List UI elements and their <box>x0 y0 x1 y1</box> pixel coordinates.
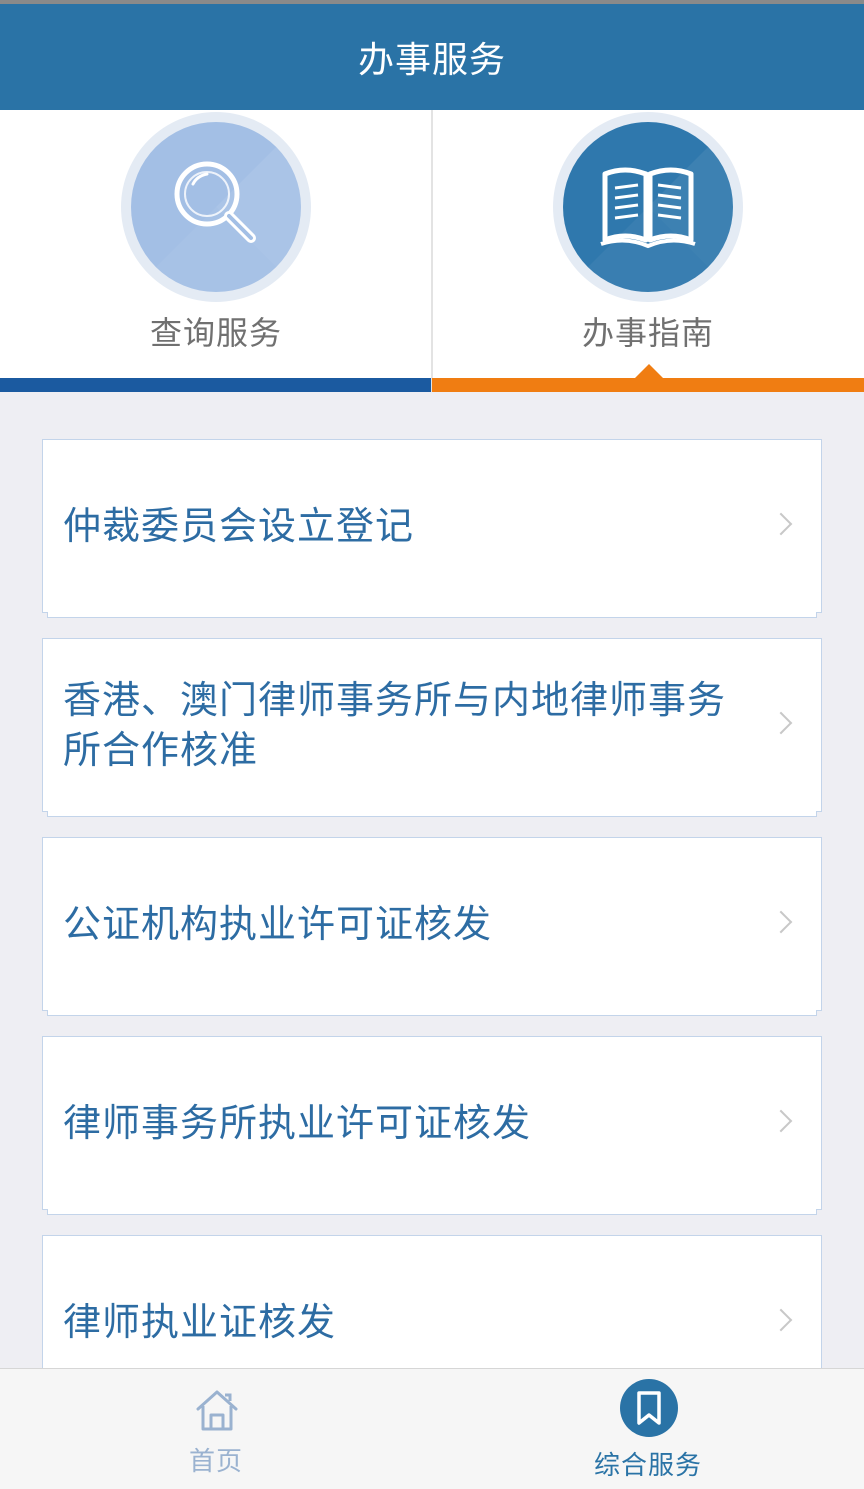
list-item[interactable]: 律师事务所执业许可证核发 <box>42 1036 822 1215</box>
list-item-label: 律师事务所执业许可证核发 <box>63 1101 532 1145</box>
chevron-right-icon <box>769 711 793 735</box>
app-header: 办事服务 <box>0 4 864 110</box>
tab-indicator-guide <box>432 378 864 392</box>
bookmark-icon <box>620 1379 678 1437</box>
list-item-label: 仲裁委员会设立登记 <box>63 504 415 548</box>
tab-query-service[interactable]: 查询服务 <box>0 110 432 392</box>
list-item[interactable]: 仲裁委员会设立登记 <box>42 439 822 618</box>
chevron-right-icon <box>769 1308 793 1332</box>
chevron-right-icon <box>769 1109 793 1133</box>
list-item[interactable]: 公证机构执业许可证核发 <box>42 837 822 1016</box>
tab-indicator-query <box>0 378 432 392</box>
active-tab-arrow <box>635 364 663 378</box>
book-icon <box>563 122 733 292</box>
list-item-label: 公证机构执业许可证核发 <box>63 902 493 946</box>
list-item[interactable]: 香港、澳门律师事务所与内地律师事务所合作核准 <box>42 638 822 817</box>
nav-home[interactable]: 首页 <box>0 1369 432 1489</box>
chevron-right-icon <box>769 910 793 934</box>
chevron-right-icon <box>769 512 793 536</box>
nav-label-services: 综合服务 <box>593 1451 702 1481</box>
tab-icon-ring <box>121 112 311 302</box>
search-icon <box>131 122 301 292</box>
bottom-nav: 首页 综合服务 <box>0 1368 864 1489</box>
nav-label-home: 首页 <box>188 1447 243 1477</box>
list-item-label: 香港、澳门律师事务所与内地律师事务所合作核准 <box>63 678 727 772</box>
tab-label-guide: 办事指南 <box>581 314 714 352</box>
tab-icon-ring <box>553 112 743 302</box>
home-icon <box>196 1390 238 1431</box>
service-tabs: 查询服务 办事指南 <box>0 110 864 392</box>
tab-service-guide[interactable]: 办事指南 <box>432 110 864 392</box>
nav-integrated-services[interactable]: 综合服务 <box>432 1369 864 1489</box>
page-title: 办事服务 <box>357 40 506 81</box>
tab-label-query: 查询服务 <box>149 314 282 352</box>
